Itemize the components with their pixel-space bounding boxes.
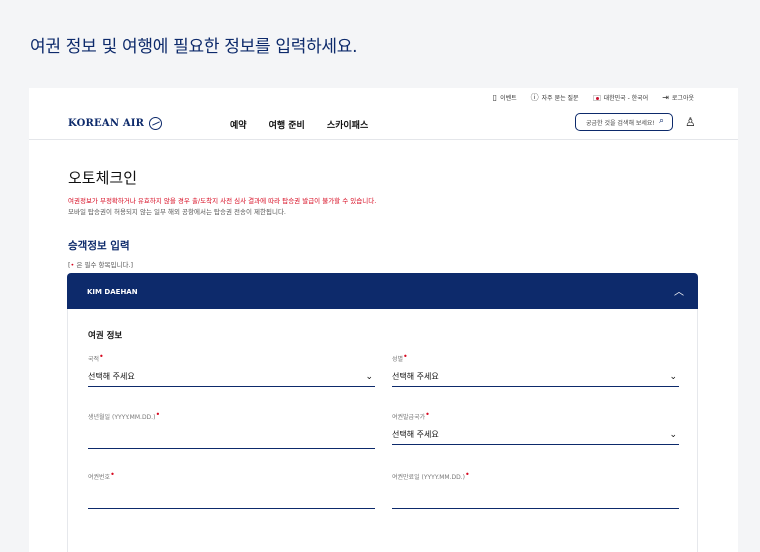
- chevron-down-icon: ⌄: [669, 371, 677, 382]
- gender-field: 성별• 선택해 주세요 ⌄: [392, 351, 679, 387]
- faq-link[interactable]: ⓘ 자주 묻는 질문: [531, 93, 579, 102]
- chevron-down-icon: ⌄: [365, 371, 373, 382]
- gender-label: 성별: [392, 356, 404, 363]
- birthdate-field: 생년월일 (YYYY.MM.DD.)•: [88, 409, 375, 449]
- search-box[interactable]: 궁금한 것을 검색해 보세요! ⌕: [575, 113, 673, 131]
- required-fields-note: [• 은 필수 항목입니다.]: [68, 261, 134, 269]
- issuing-country-select[interactable]: 선택해 주세요 ⌄: [392, 425, 679, 445]
- expiry-date-input[interactable]: [392, 489, 679, 509]
- search-icon[interactable]: ⌕: [659, 116, 664, 126]
- question-icon: ⓘ: [530, 92, 539, 102]
- passport-info-card: 여권 정보 국적• 선택해 주세요 ⌄ 성별• 선택해 주세요 ⌄ 생년월일 (YY…: [67, 309, 698, 552]
- instruction-text: 여권 정보 및 여행에 필요한 정보를 입력하세요.: [30, 37, 358, 57]
- user-menu-icon[interactable]: ♙: [685, 115, 696, 129]
- gender-select[interactable]: 선택해 주세요 ⌄: [392, 367, 679, 387]
- browser-viewport: ▯ 이벤트 ⓘ 자주 묻는 질문 대한민국 - 한국어 ⇥ 로그아웃 KOREAN A…: [29, 88, 738, 552]
- calendar-icon: ▯: [492, 92, 498, 102]
- menu-item-travel-prep[interactable]: 여행 준비: [269, 118, 305, 131]
- passport-info-title: 여권 정보: [88, 331, 123, 341]
- required-star: •: [155, 410, 161, 419]
- menu-item-skypass[interactable]: 스카이패스: [327, 118, 368, 131]
- passport-number-input[interactable]: [88, 489, 375, 509]
- required-star: •: [110, 470, 115, 479]
- passport-number-label: 여권번호: [88, 474, 111, 481]
- taeguk-logo-icon: [149, 117, 163, 130]
- page-title: 오토체크인: [68, 169, 138, 187]
- nationality-field: 국적• 선택해 주세요 ⌄: [88, 351, 375, 387]
- main-menu: 예약 여행 준비 스카이패스: [230, 118, 368, 131]
- birthdate-label: 생년월일 (YYYY.MM.DD.): [88, 414, 156, 421]
- utility-bar: ▯ 이벤트 ⓘ 자주 묻는 질문 대한민국 - 한국어 ⇥ 로그아웃: [493, 93, 694, 102]
- issuing-country-label: 여권발급국가: [392, 414, 426, 421]
- korean-air-logo[interactable]: KOREAN AIR: [68, 117, 163, 130]
- logout-link[interactable]: ⇥ 로그아웃: [662, 93, 694, 102]
- logout-icon: ⇥: [662, 92, 669, 102]
- expiry-date-label: 여권만료일 (YYYY.MM.DD.): [392, 474, 465, 481]
- language-region-selector[interactable]: 대한민국 - 한국어: [592, 93, 648, 102]
- required-star: •: [464, 470, 470, 479]
- section-title: 승객정보 입력: [68, 240, 130, 252]
- required-star: •: [99, 352, 104, 361]
- expiry-date-field: 여권만료일 (YYYY.MM.DD.)•: [392, 469, 679, 509]
- menu-item-booking[interactable]: 예약: [230, 118, 247, 131]
- required-star: •: [403, 352, 408, 361]
- main-navigation: KOREAN AIR 예약 여행 준비 스카이패스 궁금한 것을 검색해 보세요…: [29, 108, 738, 140]
- birthdate-input[interactable]: [88, 429, 375, 449]
- passenger-accordion-header[interactable]: KIM DAEHAN ︿: [67, 273, 698, 309]
- warning-notice: 여권정보가 부정확하거나 유효하지 않을 경우 출/도착지 사전 심사 결과에 …: [68, 197, 377, 205]
- korea-flag-icon: [592, 94, 601, 101]
- nationality-select[interactable]: 선택해 주세요 ⌄: [88, 367, 375, 387]
- events-link[interactable]: ▯ 이벤트: [493, 93, 517, 102]
- search-input[interactable]: 궁금한 것을 검색해 보세요!: [586, 118, 655, 127]
- chevron-down-icon: ⌄: [669, 429, 677, 440]
- required-star: •: [425, 410, 430, 419]
- issuing-country-field: 여권발급국가• 선택해 주세요 ⌄: [392, 409, 679, 445]
- chevron-up-icon[interactable]: ︿: [674, 283, 684, 298]
- passport-number-field: 여권번호•: [88, 469, 375, 509]
- nationality-label: 국적: [88, 356, 100, 363]
- info-notice: 모바일 탑승권이 허용되지 않는 일부 해외 공항에서는 탑승권 전송이 제한됩…: [68, 208, 287, 216]
- passenger-name: KIM DAEHAN: [87, 288, 138, 296]
